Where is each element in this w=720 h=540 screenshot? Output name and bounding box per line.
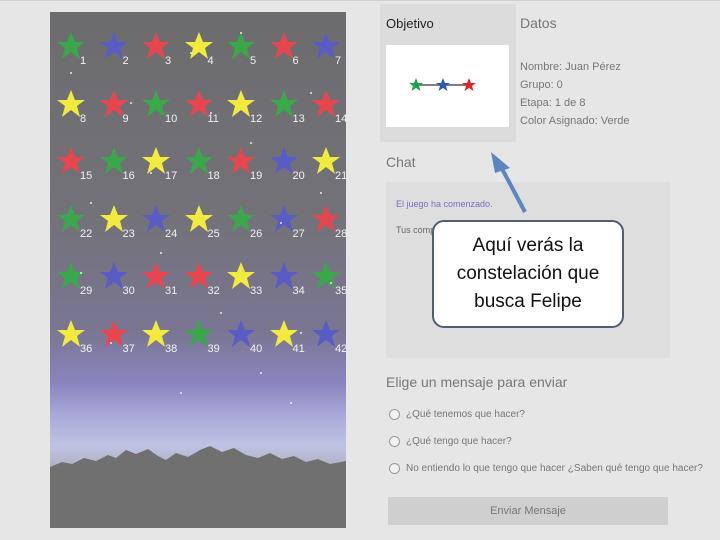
sparkle: [280, 222, 282, 224]
star-number: 34: [292, 285, 305, 297]
sparkle: [250, 142, 252, 144]
star-number: 31: [165, 285, 178, 297]
star-number: 1: [80, 55, 87, 67]
sparkle: [180, 392, 182, 394]
star-number: 23: [122, 227, 135, 240]
star-number: 30: [122, 285, 135, 297]
player-stage: Etapa: 1 de 8: [520, 97, 586, 109]
sparkle: [260, 372, 262, 374]
sparkle: [320, 192, 322, 194]
star-number: 24: [165, 227, 178, 240]
objective-constellation: [386, 45, 509, 127]
star-number: 13: [292, 112, 305, 125]
star-number: 36: [80, 342, 93, 355]
star-number: 33: [250, 285, 263, 297]
message-options-title: Elige un mensaje para enviar: [386, 374, 568, 390]
tutorial-callout: Aquí verás la constelación que busca Fel…: [432, 220, 624, 328]
sparkle: [110, 342, 112, 344]
radio-button[interactable]: [389, 436, 400, 447]
objective-star-3: [462, 78, 476, 91]
star-number: 28: [335, 227, 346, 240]
star-number: 8: [80, 112, 87, 125]
star-number: 27: [292, 227, 305, 240]
sparkle: [300, 332, 302, 334]
sparkle: [160, 252, 162, 254]
sparkle: [290, 402, 292, 404]
star-number: 40: [250, 342, 263, 355]
top-divider: [0, 0, 720, 1]
player-color: Color Asignado: Verde: [520, 115, 630, 127]
star-number: 15: [80, 170, 93, 182]
star-number: 17: [165, 170, 178, 182]
objective-title: Objetivo: [386, 16, 434, 31]
player-info: Nombre: Juan Pérez Grupo: 0 Etapa: 1 de …: [520, 58, 629, 130]
star-number: 19: [250, 170, 263, 182]
message-option[interactable]: ¿Qué tenemos que hacer?: [389, 409, 525, 420]
star-number: 6: [292, 55, 299, 67]
send-message-button[interactable]: Enviar Mensaje: [388, 497, 668, 525]
sparkle: [130, 102, 132, 104]
star-number: 5: [250, 55, 257, 67]
star-number: 37: [122, 342, 135, 355]
star-number: 39: [207, 342, 220, 355]
message-option[interactable]: No entiendo lo que tengo que hacer ¿Sabe…: [389, 463, 703, 474]
option-label: ¿Qué tenemos que hacer?: [406, 409, 525, 421]
option-label: ¿Qué tengo que hacer?: [406, 436, 512, 448]
star-number: 42: [335, 342, 346, 355]
star-number: 26: [250, 227, 263, 240]
star-board: 1 2 3 4 5 6 7 8 9 10 11 12 13 14 15 16 17 18 19 20 21 22 23 24 2…: [50, 12, 346, 528]
star-number: 38: [165, 342, 178, 355]
star-number: 35: [335, 285, 346, 297]
chat-title: Chat: [386, 154, 416, 170]
star-number: 18: [207, 170, 220, 182]
player-name: Nombre: Juan Pérez: [520, 61, 621, 73]
sparkle: [310, 92, 312, 94]
sparkle: [330, 282, 332, 284]
player-group: Grupo: 0: [520, 79, 563, 91]
star-number: 25: [207, 227, 220, 240]
sparkle: [90, 202, 92, 204]
chat-message: El juego ha comenzado.: [396, 199, 493, 209]
star-number: 21: [335, 170, 346, 182]
sparkle: [150, 172, 152, 174]
radio-button[interactable]: [389, 463, 400, 474]
star-number: 9: [122, 112, 129, 125]
option-label: No entiendo lo que tengo que hacer ¿Sabe…: [406, 463, 703, 475]
star-number: 29: [80, 285, 93, 297]
callout-text: Aquí verás la constelación que busca Fel…: [456, 235, 600, 312]
star-number: 16: [122, 170, 135, 182]
sparkle: [220, 312, 222, 314]
sparkle: [70, 72, 72, 74]
radio-button[interactable]: [389, 409, 400, 420]
sparkle: [190, 52, 192, 54]
sparkle: [210, 112, 212, 114]
star-number: 3: [165, 55, 172, 67]
star-number: 10: [165, 112, 178, 125]
datos-title: Datos: [520, 15, 557, 31]
star-number: 12: [250, 112, 263, 125]
star-number: 14: [335, 112, 346, 125]
star-number: 2: [122, 55, 129, 67]
star-number: 22: [80, 227, 93, 240]
sparkle: [80, 272, 82, 274]
star-number: 11: [207, 112, 219, 125]
message-option[interactable]: ¿Qué tengo que hacer?: [389, 436, 512, 447]
objective-star-2: [436, 78, 450, 91]
sparkle: [240, 32, 242, 34]
chat-message: Tus comp: [396, 225, 436, 235]
star-number: 32: [207, 285, 220, 297]
objective-panel: Objetivo: [380, 4, 516, 142]
star-number: 41: [292, 342, 305, 355]
star-number: 4: [207, 55, 214, 67]
star-number: 20: [292, 170, 305, 182]
objective-star-1: [409, 78, 423, 91]
star-number: 7: [335, 55, 342, 67]
